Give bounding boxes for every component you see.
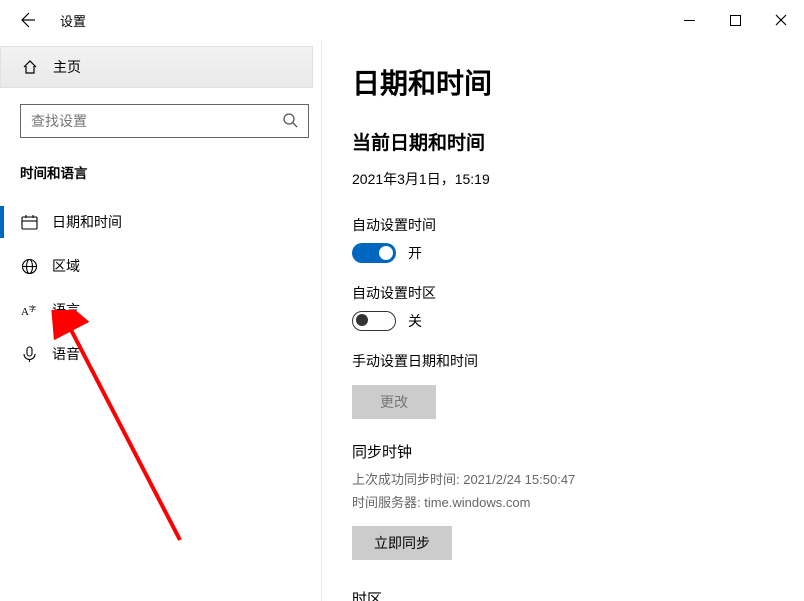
minimize-button[interactable]: [666, 4, 712, 36]
auto-timezone-state: 关: [408, 311, 422, 331]
close-button[interactable]: [758, 4, 804, 36]
svg-text:字: 字: [29, 304, 36, 313]
sidebar-item-datetime[interactable]: 日期和时间: [0, 200, 321, 244]
window-title: 设置: [60, 11, 86, 30]
sidebar: 主页 时间和语言 日期和时间 区域: [0, 40, 322, 601]
search-box[interactable]: [20, 104, 309, 138]
last-sync-text: 上次成功同步时间: 2021/2/24 15:50:47: [352, 470, 774, 491]
sidebar-item-speech[interactable]: 语音: [0, 332, 321, 376]
sidebar-section-label: 时间和语言: [20, 162, 321, 182]
sync-clock-heading: 同步时钟: [352, 441, 774, 462]
time-server-text: 时间服务器: time.windows.com: [352, 493, 774, 514]
language-icon: A字: [20, 302, 38, 319]
datetime-icon: [20, 214, 38, 231]
home-item[interactable]: 主页: [0, 46, 313, 88]
current-datetime-heading: 当前日期和时间: [352, 128, 774, 155]
search-input[interactable]: [31, 113, 282, 129]
search-icon: [282, 112, 298, 131]
current-datetime-value: 2021年3月1日，15:19: [352, 169, 774, 189]
auto-time-state: 开: [408, 243, 422, 263]
auto-timezone-label: 自动设置时区: [352, 283, 774, 303]
back-button[interactable]: [18, 11, 36, 29]
auto-time-toggle[interactable]: [352, 243, 396, 263]
page-title: 日期和时间: [352, 62, 774, 102]
home-label: 主页: [53, 57, 81, 77]
sidebar-item-region[interactable]: 区域: [0, 244, 321, 288]
globe-icon: [20, 258, 38, 275]
sidebar-item-label: 日期和时间: [52, 212, 122, 232]
titlebar: 设置: [0, 0, 804, 40]
sidebar-item-language[interactable]: A字 语言: [0, 288, 321, 332]
svg-text:A: A: [21, 306, 29, 318]
sidebar-item-label: 语言: [52, 300, 80, 320]
sync-now-button[interactable]: 立即同步: [352, 526, 452, 560]
manual-datetime-label: 手动设置日期和时间: [352, 351, 774, 371]
auto-time-label: 自动设置时间: [352, 215, 774, 235]
maximize-button[interactable]: [712, 4, 758, 36]
sidebar-item-label: 区域: [52, 256, 80, 276]
timezone-label: 时区: [352, 588, 774, 601]
window-controls: [666, 4, 804, 36]
auto-timezone-toggle[interactable]: [352, 311, 396, 331]
sidebar-item-label: 语音: [52, 344, 80, 364]
microphone-icon: [20, 346, 38, 363]
change-button: 更改: [352, 385, 436, 419]
content-pane: 日期和时间 当前日期和时间 2021年3月1日，15:19 自动设置时间 开 自…: [322, 40, 804, 601]
home-icon: [21, 59, 39, 75]
